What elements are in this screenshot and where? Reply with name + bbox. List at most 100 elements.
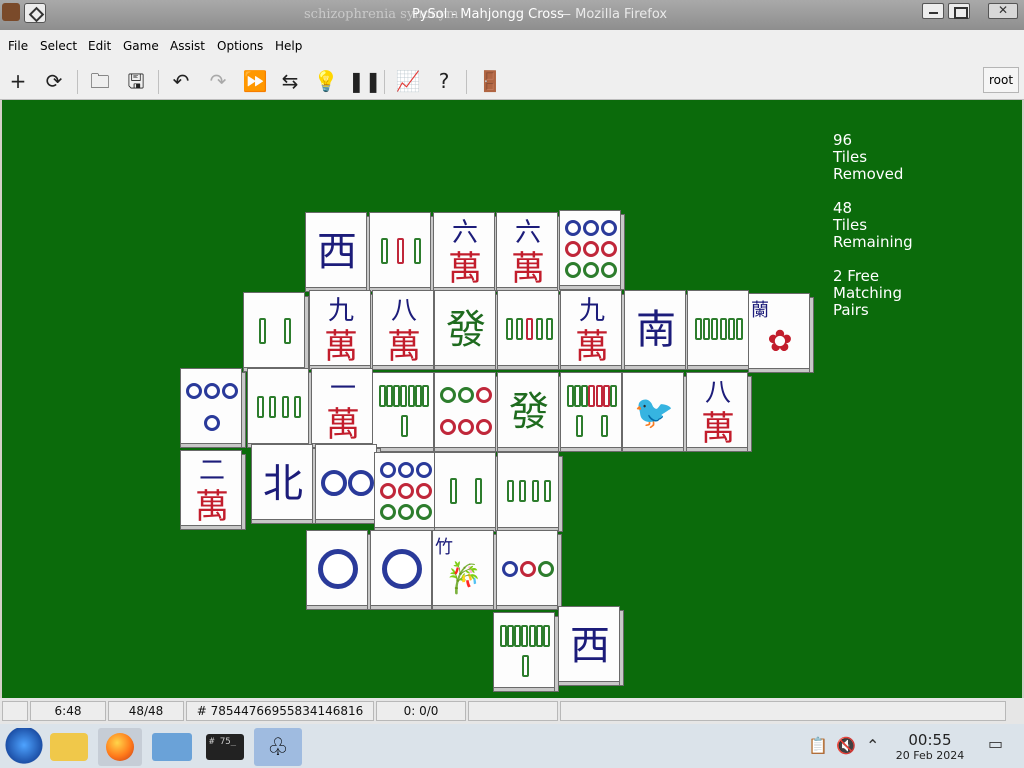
- app-icon: [2, 3, 20, 21]
- menu-assist[interactable]: Assist: [170, 39, 205, 53]
- control-panel-icon[interactable]: [152, 733, 192, 761]
- mahjong-tile[interactable]: [306, 530, 372, 610]
- mahjong-tile[interactable]: 蘭 ✿: [748, 293, 814, 373]
- terminal-icon[interactable]: # 75_: [206, 734, 244, 760]
- shuffle-icon[interactable]: ⇆: [276, 68, 304, 94]
- mahjong-tile[interactable]: [493, 612, 559, 692]
- toolbar-separator: [158, 70, 159, 94]
- circle-suit-pattern: [320, 451, 374, 515]
- mahjong-tile[interactable]: [434, 372, 500, 452]
- mahjong-tile[interactable]: 六萬: [496, 212, 562, 292]
- mahjong-tile[interactable]: 發: [434, 290, 500, 370]
- circle-dot: [502, 561, 518, 577]
- bamboo-stick: [475, 478, 482, 504]
- bamboo-suit-pattern: [379, 381, 429, 441]
- maximize-button[interactable]: [948, 3, 970, 19]
- save-icon[interactable]: 🖫: [122, 68, 150, 94]
- mahjong-tile[interactable]: [560, 372, 626, 452]
- tile-edge: [558, 682, 620, 686]
- bamboo-stick: [521, 655, 529, 677]
- mahjong-tile[interactable]: 南: [624, 290, 690, 370]
- rules-help-icon[interactable]: ?: [430, 68, 458, 94]
- volume-muted-icon[interactable]: 🔇: [836, 736, 856, 755]
- tray-expand-icon[interactable]: ⌃: [866, 736, 879, 755]
- autodrop-icon[interactable]: ⏩: [241, 68, 269, 94]
- mahjong-tile[interactable]: 八萬: [686, 372, 752, 452]
- window-menu-icon[interactable]: [24, 3, 46, 23]
- mahjong-tile[interactable]: [374, 452, 440, 532]
- mahjong-tile[interactable]: [434, 452, 500, 532]
- new-game-icon[interactable]: +: [4, 68, 32, 94]
- mahjong-tile[interactable]: 八萬: [372, 290, 438, 370]
- bamboo-stick: [397, 238, 405, 264]
- mahjong-tile[interactable]: [687, 290, 753, 370]
- mahjong-tile[interactable]: 二萬: [180, 450, 246, 530]
- menu-options[interactable]: Options: [217, 39, 263, 53]
- mahjong-tile[interactable]: [180, 368, 246, 448]
- menu-game[interactable]: Game: [123, 39, 159, 53]
- minimize-button[interactable]: [922, 3, 944, 19]
- mahjong-tile[interactable]: 九萬: [560, 290, 626, 370]
- menu-select[interactable]: Select: [40, 39, 77, 53]
- status-bar: 6:48 48/48 # 78544766955834146816 0: 0/0: [0, 698, 1024, 724]
- bamboo-stick: [588, 385, 596, 407]
- toolbar-separator: [77, 70, 78, 94]
- mahjong-tile[interactable]: [496, 530, 562, 610]
- bamboo-stick: [259, 318, 266, 344]
- mahjong-tile[interactable]: [497, 452, 563, 532]
- open-folder-icon[interactable]: 🗀: [86, 68, 114, 94]
- statistics-icon[interactable]: 📈: [394, 68, 422, 94]
- mahjong-tile[interactable]: [243, 292, 309, 372]
- redo-icon[interactable]: ↷: [204, 68, 232, 94]
- circle-dot: [380, 461, 396, 478]
- free-pairs-value: 2 Free: [833, 267, 880, 285]
- file-manager-icon[interactable]: [50, 733, 88, 761]
- tile-face: [306, 530, 368, 606]
- circle-dot: [204, 383, 220, 399]
- menu-edit[interactable]: Edit: [88, 39, 111, 53]
- clock[interactable]: 00:55 20 Feb 2024: [890, 731, 970, 762]
- tile-face: [560, 372, 622, 448]
- status-score: 0: 0/0: [376, 701, 466, 721]
- mahjong-tile[interactable]: [372, 372, 438, 452]
- quit-door-icon[interactable]: 🚪: [476, 68, 504, 94]
- toolbar-separator: [384, 70, 385, 94]
- mahjong-tile[interactable]: [559, 210, 625, 290]
- tile-face: [434, 372, 496, 448]
- clipboard-icon[interactable]: 📋: [808, 736, 828, 755]
- mahjong-tile[interactable]: [315, 444, 381, 524]
- tiles-removed-label: Tiles: [833, 148, 868, 166]
- mahjong-tile[interactable]: 🐦: [622, 372, 688, 452]
- start-button-icon[interactable]: [2, 728, 46, 766]
- mahjong-tile[interactable]: 西: [558, 606, 624, 686]
- hint-bulb-icon[interactable]: 💡: [312, 68, 340, 94]
- mahjong-tile[interactable]: [247, 368, 313, 448]
- mahjong-tile[interactable]: [370, 530, 436, 610]
- mahjong-tile[interactable]: 竹 🎋: [432, 530, 498, 610]
- tile-number-character: 二: [198, 456, 225, 486]
- tile-face: 一萬: [311, 368, 373, 444]
- mahjong-tile[interactable]: 北: [251, 444, 317, 524]
- menu-help[interactable]: Help: [275, 39, 302, 53]
- flower-character: 蘭: [751, 300, 769, 321]
- menu-file[interactable]: File: [8, 39, 28, 53]
- mahjong-tile[interactable]: 九萬: [309, 290, 375, 370]
- mahjong-tile[interactable]: 六萬: [433, 212, 499, 292]
- bamboo-stick: [542, 625, 550, 647]
- firefox-icon[interactable]: [98, 728, 142, 766]
- mahjong-tile[interactable]: 一萬: [311, 368, 377, 448]
- bamboo-suit-pattern: [504, 299, 554, 359]
- restart-icon[interactable]: ⟳: [40, 68, 68, 94]
- mahjong-tile[interactable]: 發: [497, 372, 563, 452]
- mahjong-tile[interactable]: 西: [305, 212, 371, 292]
- mahjong-tile[interactable]: [369, 212, 435, 292]
- show-desktop-icon[interactable]: ▭: [988, 734, 1003, 753]
- clock-time: 00:55: [908, 731, 952, 749]
- close-button[interactable]: [988, 3, 1018, 19]
- bamboo-stick: [736, 318, 744, 340]
- undo-icon[interactable]: ↶: [167, 68, 195, 94]
- pysol-cards-icon[interactable]: ♧: [254, 728, 302, 766]
- mahjong-tile[interactable]: [497, 290, 563, 370]
- tile-face: 八萬: [372, 290, 434, 366]
- pause-icon[interactable]: ❚❚: [348, 68, 382, 94]
